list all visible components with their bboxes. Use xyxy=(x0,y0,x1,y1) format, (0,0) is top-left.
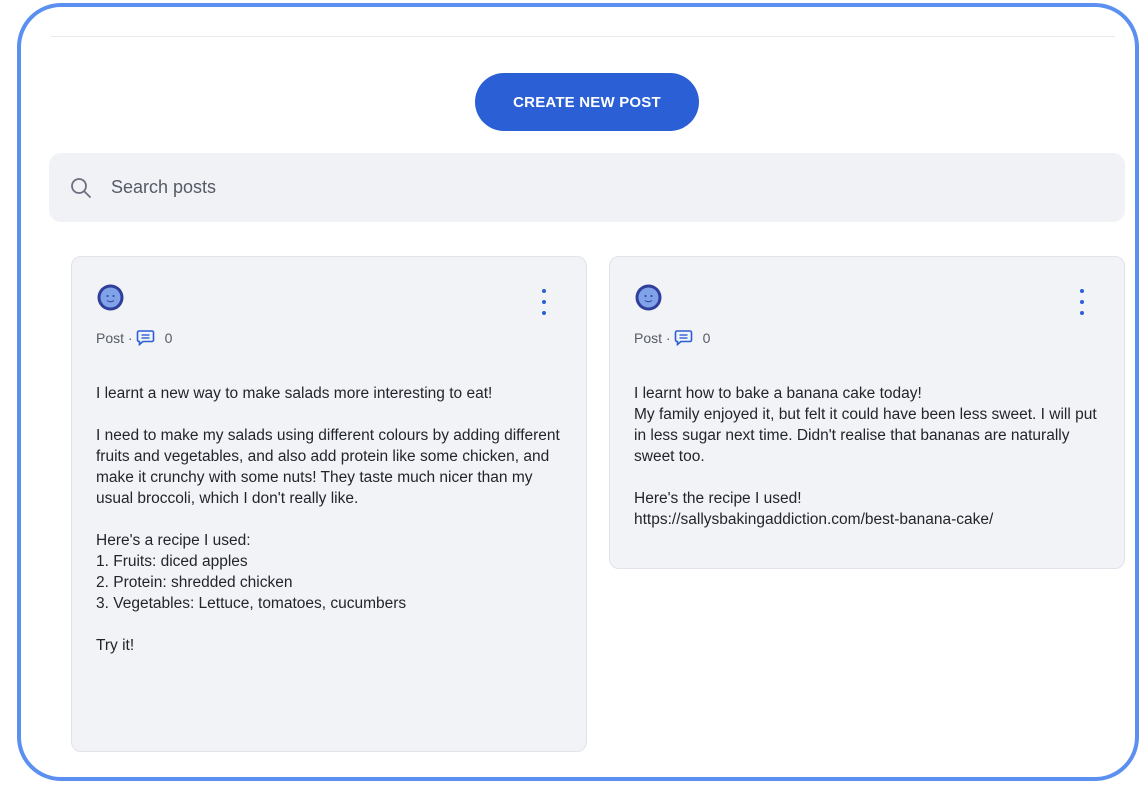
menu-dot xyxy=(1080,289,1084,293)
post-body: I learnt how to bake a banana cake today… xyxy=(634,385,1097,528)
create-new-post-button[interactable]: CREATE NEW POST xyxy=(475,73,699,131)
post-card: Post · 0 I learnt how to bake a banana c… xyxy=(609,256,1125,569)
post-card: Post · 0 I learnt a new way to make sala… xyxy=(71,256,587,752)
post-body: I learnt a new way to make salads more i… xyxy=(96,385,560,654)
search-icon xyxy=(69,176,93,200)
header-divider xyxy=(51,36,1115,37)
app-frame: CREATE NEW POST Post · xyxy=(17,3,1139,781)
post-type-label: Post · xyxy=(96,329,133,346)
post-type-label: Post · xyxy=(634,329,671,346)
comment-count: 0 xyxy=(164,329,173,346)
menu-dot xyxy=(542,300,546,304)
smiley-avatar-icon[interactable] xyxy=(634,283,663,312)
post-meta: Post · 0 xyxy=(634,329,710,346)
search-bar[interactable] xyxy=(49,153,1125,222)
post-meta: Post · 0 xyxy=(96,329,172,346)
vertical-dots-icon[interactable] xyxy=(1076,289,1088,315)
menu-dot xyxy=(542,311,546,315)
comment-count: 0 xyxy=(702,329,711,346)
menu-dot xyxy=(542,289,546,293)
menu-dot xyxy=(1080,311,1084,315)
menu-dot xyxy=(1080,300,1084,304)
comment-icon[interactable] xyxy=(136,329,155,346)
search-input[interactable] xyxy=(109,166,1125,209)
comment-icon[interactable] xyxy=(674,329,693,346)
vertical-dots-icon[interactable] xyxy=(538,289,550,315)
smiley-avatar-icon[interactable] xyxy=(96,283,125,312)
